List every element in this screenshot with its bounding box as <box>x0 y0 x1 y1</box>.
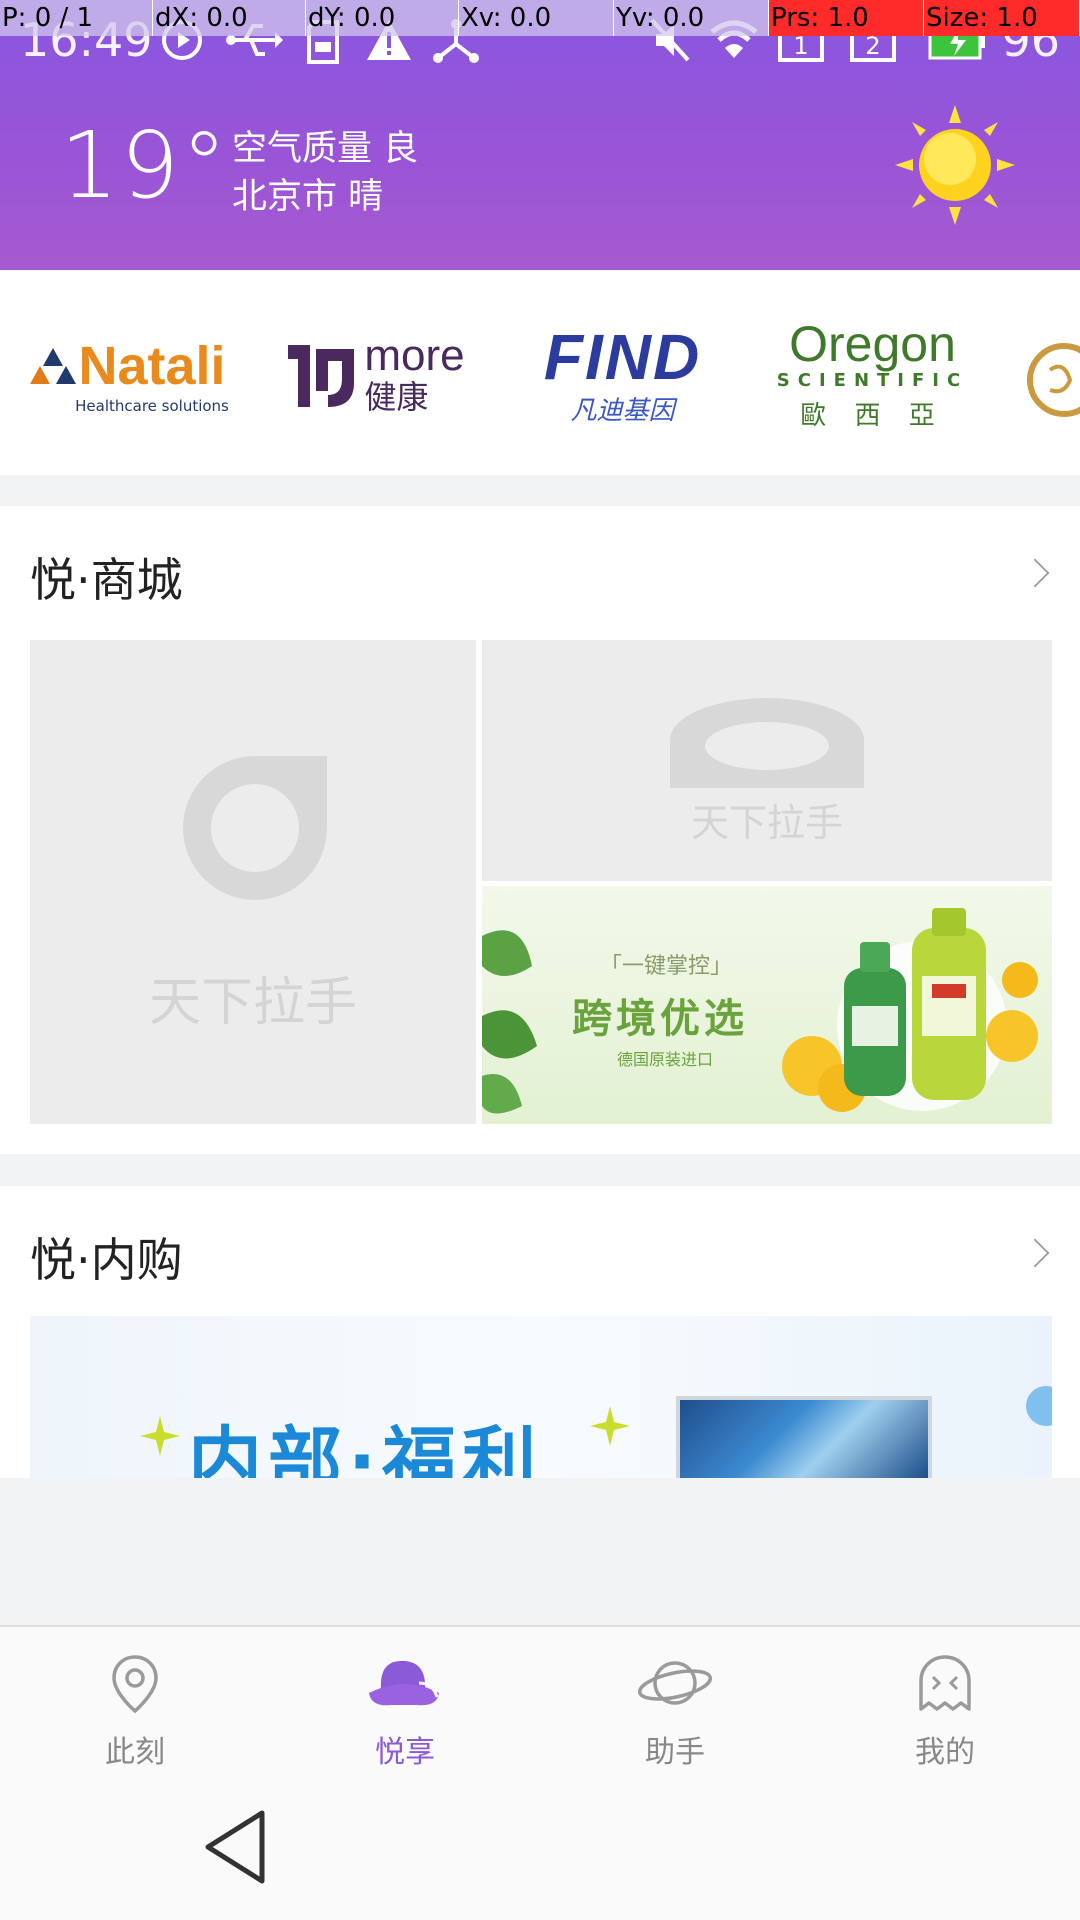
brand-oregon[interactable]: Oregon SCIENTIFIC 歐 西 亞 <box>770 310 975 440</box>
brand-partial-logo-icon[interactable] <box>1020 340 1080 420</box>
placeholder-text-left: 天下拉手 <box>148 973 357 1033</box>
brand-natali-sub: Healthcare solutions <box>75 397 229 415</box>
nav-item-mine[interactable]: 我的 <box>810 1627 1080 1779</box>
nav-label-mine: 我的 <box>915 1735 975 1770</box>
debug-pointer: P: 0 / 1 <box>0 0 153 36</box>
brand-strip[interactable]: Natali Healthcare solutions more 健康 FIND… <box>0 270 1080 475</box>
nav-item-now[interactable]: 此刻 <box>0 1627 270 1779</box>
debug-dx: dX: 0.0 <box>153 0 306 36</box>
promo-tag: 「一键掌控」 <box>600 954 733 979</box>
internal-banner[interactable]: 内部·福利 <box>30 1316 1052 1478</box>
brand-more[interactable]: more 健康 <box>270 310 475 440</box>
planet-icon <box>637 1661 713 1705</box>
brand-find-name: FIND <box>543 320 702 393</box>
placeholder-logo-icon <box>183 756 327 900</box>
temperature: 19° <box>60 112 230 219</box>
city-weather: 北京市 晴 <box>232 177 384 217</box>
air-quality: 空气质量 良 <box>232 129 419 169</box>
promo-sub: 德国原装进口 <box>617 1050 714 1069</box>
mall-more-chevron-icon[interactable] <box>1020 558 1050 588</box>
brand-more-sub: 健康 <box>364 378 429 416</box>
more-logo-icon <box>288 345 355 407</box>
weather-header: 16:49 1 2 96 19° 空气质量 良 北京市 晴 <box>0 0 1080 270</box>
mall-promo-banner[interactable]: 「一键掌控」 跨境优选 德国原装进口 <box>482 886 1052 1124</box>
location-pin-icon <box>112 1655 158 1713</box>
pointer-debug-bar: P: 0 / 1 dX: 0.0 dY: 0.0 Xv: 0.0 Yv: 0.0… <box>0 0 1080 36</box>
mall-title: 悦·商城 <box>30 553 183 607</box>
sparkle-decor-icon <box>140 1416 180 1456</box>
internal-title: 悦·内购 <box>30 1233 183 1287</box>
placeholder-text-right: 天下拉手 <box>690 801 843 845</box>
brand-oregon-sub: SCIENTIFIC <box>776 370 969 391</box>
internal-more-chevron-icon[interactable] <box>1020 1238 1050 1268</box>
nav-label-enjoy: 悦享 <box>375 1735 435 1770</box>
banner-edge-circle <box>1026 1386 1052 1426</box>
app-screen: 16:49 1 2 96 19° 空气质量 良 北京市 晴 P: 0 / 1 d… <box>0 0 1080 1920</box>
back-icon[interactable] <box>200 1807 270 1887</box>
mall-tile-right-top[interactable]: 天下拉手 <box>482 640 1052 881</box>
brand-natali[interactable]: Natali Healthcare solutions <box>22 310 232 440</box>
svg-text:1: 1 <box>793 32 808 60</box>
debug-pressure: Prs: 1.0 <box>769 0 924 36</box>
bottom-nav: 此刻 悦享 助手 我的 <box>0 1625 1080 1777</box>
debug-xv: Xv: 0.0 <box>459 0 614 36</box>
brand-natali-name: Natali <box>78 336 226 396</box>
brand-find-sub: 凡迪基因 <box>570 395 675 426</box>
debug-yv: Yv: 0.0 <box>614 0 769 36</box>
system-nav-bar <box>0 1777 1080 1920</box>
nav-item-assistant[interactable]: 助手 <box>540 1627 810 1779</box>
product-bottles-icon <box>782 908 1038 1112</box>
brand-oregon-name: Oregon <box>789 316 956 372</box>
mall-tile-left[interactable]: 天下拉手 <box>30 640 476 1124</box>
debug-size: Size: 1.0 <box>924 0 1080 36</box>
content-bottom-space <box>0 1478 1080 1625</box>
brand-find[interactable]: FIND 凡迪基因 <box>520 310 725 440</box>
ghost-icon <box>919 1655 971 1711</box>
natali-logo-icon <box>30 348 77 384</box>
section-internal: 悦·内购 内部·福利 <box>0 1186 1080 1478</box>
nav-label-now: 此刻 <box>105 1735 165 1770</box>
nav-item-enjoy[interactable]: 悦享 <box>270 1627 540 1779</box>
leaf-decor-icon <box>482 930 537 1114</box>
placeholder-logo-icon <box>670 698 864 788</box>
section-mall: 悦·商城 天下拉手 天下拉手 「一键掌控」 跨境优选 德国原装进口 <box>0 506 1080 1154</box>
sparkle-decor-icon <box>590 1406 630 1446</box>
tv-product-image <box>676 1396 932 1478</box>
brand-oregon-sub2: 歐 西 亞 <box>800 401 945 431</box>
sun-icon <box>895 105 1015 225</box>
debug-dy: dY: 0.0 <box>306 0 459 36</box>
brand-more-name: more <box>364 331 465 380</box>
svg-text:2: 2 <box>865 32 880 60</box>
nav-label-assistant: 助手 <box>645 1735 705 1770</box>
promo-headline: 跨境优选 <box>572 996 748 1042</box>
internal-banner-text: 内部·福利 <box>188 1419 543 1478</box>
hat-icon <box>369 1660 439 1706</box>
